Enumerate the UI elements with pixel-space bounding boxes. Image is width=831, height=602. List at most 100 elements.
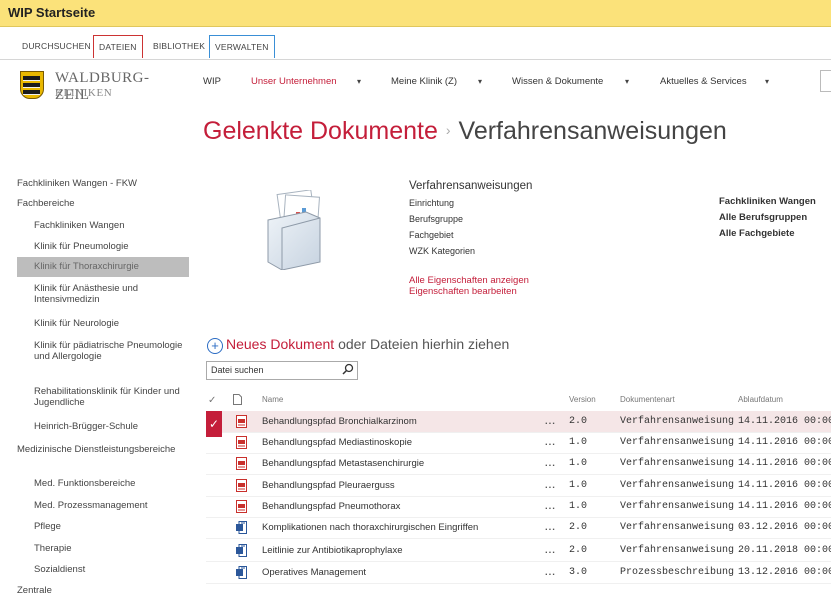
row-checkbox-selected[interactable]: ✓ [206,411,222,437]
site-logo[interactable]: WALDBURG-ZEIL KLINIKEN [20,70,180,103]
more-options-button[interactable]: ... [545,458,556,469]
tab-verwalten[interactable]: VERWALTEN [209,35,275,58]
page-title: Gelenkte Dokumente › Verfahrensanweisungen [203,117,727,146]
property-name: Einrichtung [409,198,455,208]
tab-bibliothek[interactable]: BIBLIOTHEK [148,35,210,57]
leftnav-item[interactable]: Sozialdienst [17,564,189,575]
new-document-link[interactable]: Neues Dokument [226,336,334,352]
document-expiry: 20.11.2018 00:00 [738,545,831,556]
chevron-down-icon[interactable]: ▾ [478,77,482,86]
leftnav-item[interactable]: Zentrale [17,585,189,596]
document-name-link[interactable]: Leitlinie zur Antibiotikaprophylaxe [262,545,402,556]
leftnav-item[interactable]: Klinik für Neurologie [17,318,189,329]
leftnav-item[interactable]: Klinik für Pneumologie [17,241,189,252]
document-type: Prozessbeschreibung [620,567,735,578]
document-type: Verfahrensanweisung [620,501,735,512]
table-row[interactable]: Behandlungspfad Pleuraerguss... 1.0 Verfah… [206,475,831,497]
pdf-file-icon [236,479,247,492]
document-name-link[interactable]: Operatives Management [262,567,366,578]
pdf-file-icon [236,415,247,428]
leftnav-item[interactable]: Klinik für Anästhesie und Intensivmedizi… [17,283,189,305]
chevron-down-icon[interactable]: ▾ [765,77,769,86]
document-set-properties: Verfahrensanweisungen Einrichtung Berufs… [409,180,533,256]
more-options-button[interactable]: ... [545,416,556,427]
leftnav-item[interactable]: Rehabilitationsklinik für Kinder und Jug… [17,386,189,408]
table-row[interactable]: Behandlungspfad Pneumothorax... 1.0 Verfah… [206,496,831,518]
site-title[interactable]: WIP Startseite [8,5,95,20]
document-set-icon [262,189,328,271]
document-expiry: 14.11.2016 00:00 [738,416,831,427]
column-name[interactable]: Name [262,395,283,404]
document-expiry: 14.11.2016 00:00 [738,501,831,512]
title-bar: WIP Startseite [0,0,831,27]
breadcrumb-root[interactable]: Gelenkte Dokumente [203,117,438,145]
word-file-icon [236,521,247,534]
leftnav-item[interactable]: Klinik für pädiatrische Pneumologie und … [17,340,189,362]
column-expiry[interactable]: Ablaufdatum [738,395,783,404]
select-all-checkbox[interactable]: ✓ [208,395,216,406]
column-doctype[interactable]: Dokumentenart [620,395,675,404]
document-type: Verfahrensanweisung [620,458,735,469]
tab-dateien[interactable]: DATEIEN [93,35,143,58]
document-name-link[interactable]: Behandlungspfad Pleuraerguss [262,480,395,491]
more-options-button[interactable]: ... [545,567,556,578]
plus-circle-icon[interactable]: + [207,338,223,354]
column-version[interactable]: Version [569,395,596,404]
document-version: 1.0 [569,458,588,469]
nav-unser-unternehmen[interactable]: Unser Unternehmen [251,76,337,87]
table-row[interactable]: Behandlungspfad Mediastinoskopie... 1.0 Ve… [206,432,831,454]
leftnav-item[interactable]: Medizinische Dienstleistungsbereiche [17,444,189,455]
document-name-link[interactable]: Behandlungspfad Mediastinoskopie [262,437,412,448]
document-name-link[interactable]: Behandlungspfad Pneumothorax [262,501,400,512]
search-placeholder: Datei suchen [211,365,264,375]
leftnav-item[interactable]: Med. Prozessmanagement [17,500,189,511]
more-options-button[interactable]: ... [545,501,556,512]
table-row[interactable]: Komplikationen nach thoraxchirurgischen … [206,517,831,539]
drop-hint: oder Dateien hierhin ziehen [338,336,510,352]
table-row[interactable]: Behandlungspfad Bronchialkarzinom... 2.0 V… [206,411,831,433]
new-document-bar: + Neues Dokument oder Dateien hierhin zie… [207,336,509,354]
leftnav-item[interactable]: Heinrich-Brügger-Schule [17,421,189,432]
show-all-properties-link[interactable]: Alle Eigenschaften anzeigen [409,275,529,286]
leftnav-item[interactable]: Med. Funktionsbereiche [17,478,189,489]
leftnav-item[interactable]: Fachkliniken Wangen - FKW [17,178,189,189]
tab-durchsuchen[interactable]: DURCHSUCHEN [17,35,96,57]
ribbon: DURCHSUCHEN DATEIEN BIBLIOTHEK VERWALTEN [0,27,831,60]
document-set-title: Verfahrensanweisungen [409,180,533,192]
leftnav-item[interactable]: Fachbereiche [17,198,189,209]
more-options-button[interactable]: ... [545,522,556,533]
table-row[interactable]: Leitlinie zur Antibiotikaprophylaxe... 2.… [206,540,831,562]
nav-meine-klinik[interactable]: Meine Klinik (Z) [391,76,457,87]
document-version: 1.0 [569,437,588,448]
table-row[interactable]: Behandlungspfad Metastasenchirurgie... 1.… [206,453,831,475]
more-options-button[interactable]: ... [545,545,556,556]
document-version: 1.0 [569,480,588,491]
property-links: Alle Eigenschaften anzeigen Eigenschafte… [409,275,529,297]
document-name-link[interactable]: Behandlungspfad Metastasenchirurgie [262,458,424,469]
word-file-icon [236,566,247,579]
chevron-down-icon[interactable]: ▾ [625,77,629,86]
nav-aktuelles-services[interactable]: Aktuelles & Services [660,76,747,87]
more-options-button[interactable]: ... [545,437,556,448]
document-expiry: 13.12.2016 00:00 [738,567,831,578]
leftnav-item[interactable]: Fachkliniken Wangen [17,220,189,231]
document-name-link[interactable]: Behandlungspfad Bronchialkarzinom [262,416,417,427]
table-row[interactable]: Operatives Management... 3.0 Prozessbeschr… [206,562,831,584]
document-version: 2.0 [569,545,588,556]
leftnav-item[interactable]: Therapie [17,543,189,554]
property-value: Fachkliniken Wangen [719,196,816,207]
document-expiry: 14.11.2016 00:00 [738,437,831,448]
chevron-down-icon[interactable]: ▾ [357,77,361,86]
file-search-input[interactable]: Datei suchen [206,361,358,380]
nav-wissen-dokumente[interactable]: Wissen & Dokumente [512,76,603,87]
leftnav-item[interactable]: Pflege [17,521,189,532]
edit-properties-link[interactable]: Eigenschaften bearbeiten [409,286,529,297]
document-type: Verfahrensanweisung [620,545,735,556]
document-name-link[interactable]: Komplikationen nach thoraxchirurgischen … [262,522,478,533]
leftnav-item-selected[interactable]: Klinik für Thoraxchirurgie [17,257,189,277]
nav-wip[interactable]: WIP [203,76,221,87]
more-options-button[interactable]: ... [545,480,556,491]
site-search-input[interactable] [820,70,831,92]
search-icon[interactable] [342,363,354,375]
document-expiry: 14.11.2016 00:00 [738,480,831,491]
